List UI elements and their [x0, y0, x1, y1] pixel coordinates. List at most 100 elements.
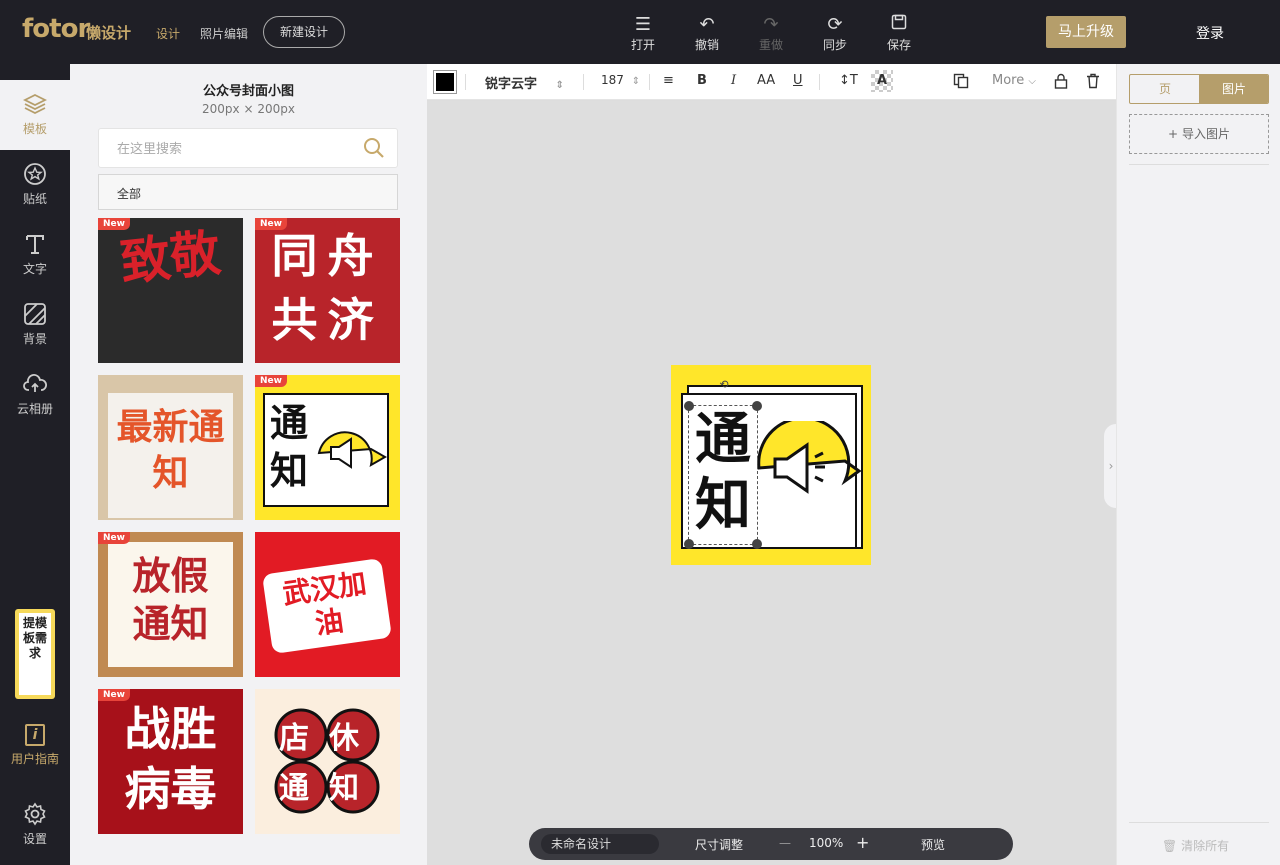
logo-subtitle[interactable]: 懒设计 — [86, 22, 131, 43]
left-sidebar: 模板 贴纸 文字 背景 云相册 提模板需求 i 用户指南 设置 — [0, 64, 70, 865]
template-request-label: 提模板需求 — [19, 613, 51, 695]
chevron-down-icon: ⌵ — [117, 184, 127, 198]
updown-icon: ⇕ — [631, 76, 641, 87]
resize-handle[interactable] — [752, 539, 762, 549]
tab-image[interactable]: 图片 — [1199, 75, 1268, 103]
clear-label: 清除所有 — [1181, 839, 1230, 853]
line-spacing-button[interactable]: ↕T — [839, 73, 858, 88]
redo-label: 重做 — [758, 38, 783, 52]
info-icon: i — [25, 724, 45, 746]
template-text: 店休通知 — [279, 721, 379, 806]
chevron-down-icon: ⌵ — [1028, 76, 1036, 87]
import-image-button[interactable]: + 导入图片 — [1129, 114, 1269, 154]
right-tabs: 页 图片 — [1129, 74, 1269, 104]
undo-button[interactable]: ↶ 撤销 — [685, 14, 729, 53]
font-select[interactable]: 锐字云字 ⇕ — [485, 73, 564, 92]
copy-icon — [953, 73, 969, 89]
underline-button[interactable]: U — [793, 73, 803, 88]
sync-button[interactable]: ⟳ 同步 — [813, 14, 857, 53]
save-button[interactable]: 保存 — [877, 14, 921, 53]
save-icon — [877, 14, 921, 36]
delete-button[interactable] — [1085, 73, 1101, 93]
transparency-icon: A — [876, 73, 888, 88]
template-thumb-3[interactable]: 最新通知 — [98, 375, 243, 520]
upgrade-button[interactable]: 马上升级 — [1046, 16, 1126, 48]
resize-handle[interactable] — [684, 539, 694, 549]
lock-icon — [1054, 73, 1068, 89]
template-thumb-7[interactable]: New 战胜病毒 — [98, 689, 243, 834]
transparency-button[interactable]: A — [871, 70, 893, 92]
zoom-in-button[interactable]: + — [856, 833, 869, 852]
new-badge: New — [98, 532, 130, 544]
bottom-bar: 未命名设计 尺寸调整 — 100% + 预览 — [529, 828, 1013, 860]
preview-button[interactable]: 预览 — [921, 836, 945, 853]
new-badge: New — [255, 218, 287, 230]
search-input[interactable] — [117, 139, 337, 159]
nav-design[interactable]: 设计 — [156, 25, 180, 42]
template-thumb-2[interactable]: New 同舟共济 — [255, 218, 400, 363]
template-thumb-1[interactable]: New 致敬 — [98, 218, 243, 363]
sidebar-item-text[interactable]: 文字 — [0, 220, 70, 290]
sync-label: 同步 — [822, 38, 847, 52]
canvas-area: ⟲ 通知 — [427, 101, 1116, 865]
settings-button[interactable]: 设置 — [0, 790, 70, 860]
new-badge: New — [98, 689, 130, 701]
sidebar-item-cloud[interactable]: 云相册 — [0, 360, 70, 430]
sidebar-item-background[interactable]: 背景 — [0, 290, 70, 360]
rotate-handle-icon[interactable]: ⟲ — [713, 379, 735, 391]
template-thumb-8[interactable]: 店休通知 — [255, 689, 400, 834]
clear-all-button[interactable]: 🗑 清除所有 — [1162, 837, 1229, 854]
design-name-field[interactable]: 未命名设计 — [541, 834, 659, 854]
open-label: 打开 — [630, 38, 655, 52]
template-thumb-6[interactable]: 武汉加油 — [255, 532, 400, 677]
template-text: 致敬 — [117, 223, 224, 293]
user-guide-button[interactable]: i 用户指南 — [0, 724, 70, 767]
template-text: 放假通知 — [132, 554, 209, 646]
sidebar-label-stickers: 贴纸 — [22, 192, 47, 206]
updown-icon: ⇕ — [555, 80, 564, 91]
open-button[interactable]: ☰ 打开 — [621, 14, 665, 53]
more-button[interactable]: More ⌵ — [992, 73, 1036, 88]
italic-button[interactable]: I — [731, 73, 736, 88]
chevron-right-icon: › — [1108, 459, 1114, 473]
tab-page[interactable]: 页 — [1130, 75, 1200, 103]
settings-label: 设置 — [22, 832, 47, 846]
redo-button[interactable]: ↷ 重做 — [749, 14, 793, 53]
template-text: 武汉加油 — [280, 566, 369, 641]
bold-button[interactable]: B — [697, 73, 707, 88]
template-thumb-4[interactable]: New 通知 — [255, 375, 400, 520]
category-select[interactable]: 全部 ⌵ — [98, 174, 398, 210]
login-button[interactable]: 登录 — [1196, 23, 1224, 43]
canvas-text[interactable]: 通知 — [691, 407, 755, 539]
align-button[interactable]: ≡ — [663, 73, 674, 88]
pattern-icon — [23, 302, 47, 326]
sidebar-item-stickers[interactable]: 贴纸 — [0, 150, 70, 220]
template-request-button[interactable]: 提模板需求 — [15, 609, 55, 699]
lock-button[interactable] — [1053, 73, 1069, 93]
text-t-icon — [23, 232, 47, 256]
zoom-out-button[interactable]: — — [779, 836, 791, 850]
nav-photo-edit[interactable]: 照片编辑 — [200, 25, 248, 42]
duplicate-button[interactable] — [953, 73, 969, 93]
font-size-select[interactable]: 187 ⇕ — [601, 73, 640, 87]
panel-size: 200px × 200px — [202, 102, 295, 116]
line-spacing-icon: ↕T — [839, 73, 858, 88]
resize-button[interactable]: 尺寸调整 — [695, 836, 743, 853]
logo[interactable]: fotor — [22, 14, 90, 44]
text-color-picker[interactable] — [433, 70, 457, 94]
new-design-button[interactable]: 新建设计 — [263, 16, 345, 48]
trash-icon — [1087, 73, 1099, 89]
search-icon[interactable] — [363, 137, 385, 159]
template-text: 通知 — [269, 401, 308, 493]
case-button[interactable]: AA — [757, 73, 775, 88]
sidebar-item-templates[interactable]: 模板 — [0, 80, 70, 150]
megaphone-icon — [317, 431, 388, 469]
font-name: 锐字云字 — [485, 77, 538, 92]
sidebar-label-cloud: 云相册 — [16, 402, 53, 416]
undo-icon: ↶ — [699, 14, 715, 35]
design-canvas[interactable]: ⟲ 通知 — [671, 365, 871, 565]
divider — [649, 74, 650, 90]
sidebar-label-text: 文字 — [22, 262, 47, 276]
template-thumb-5[interactable]: New 放假通知 — [98, 532, 243, 677]
color-swatch — [436, 73, 454, 91]
